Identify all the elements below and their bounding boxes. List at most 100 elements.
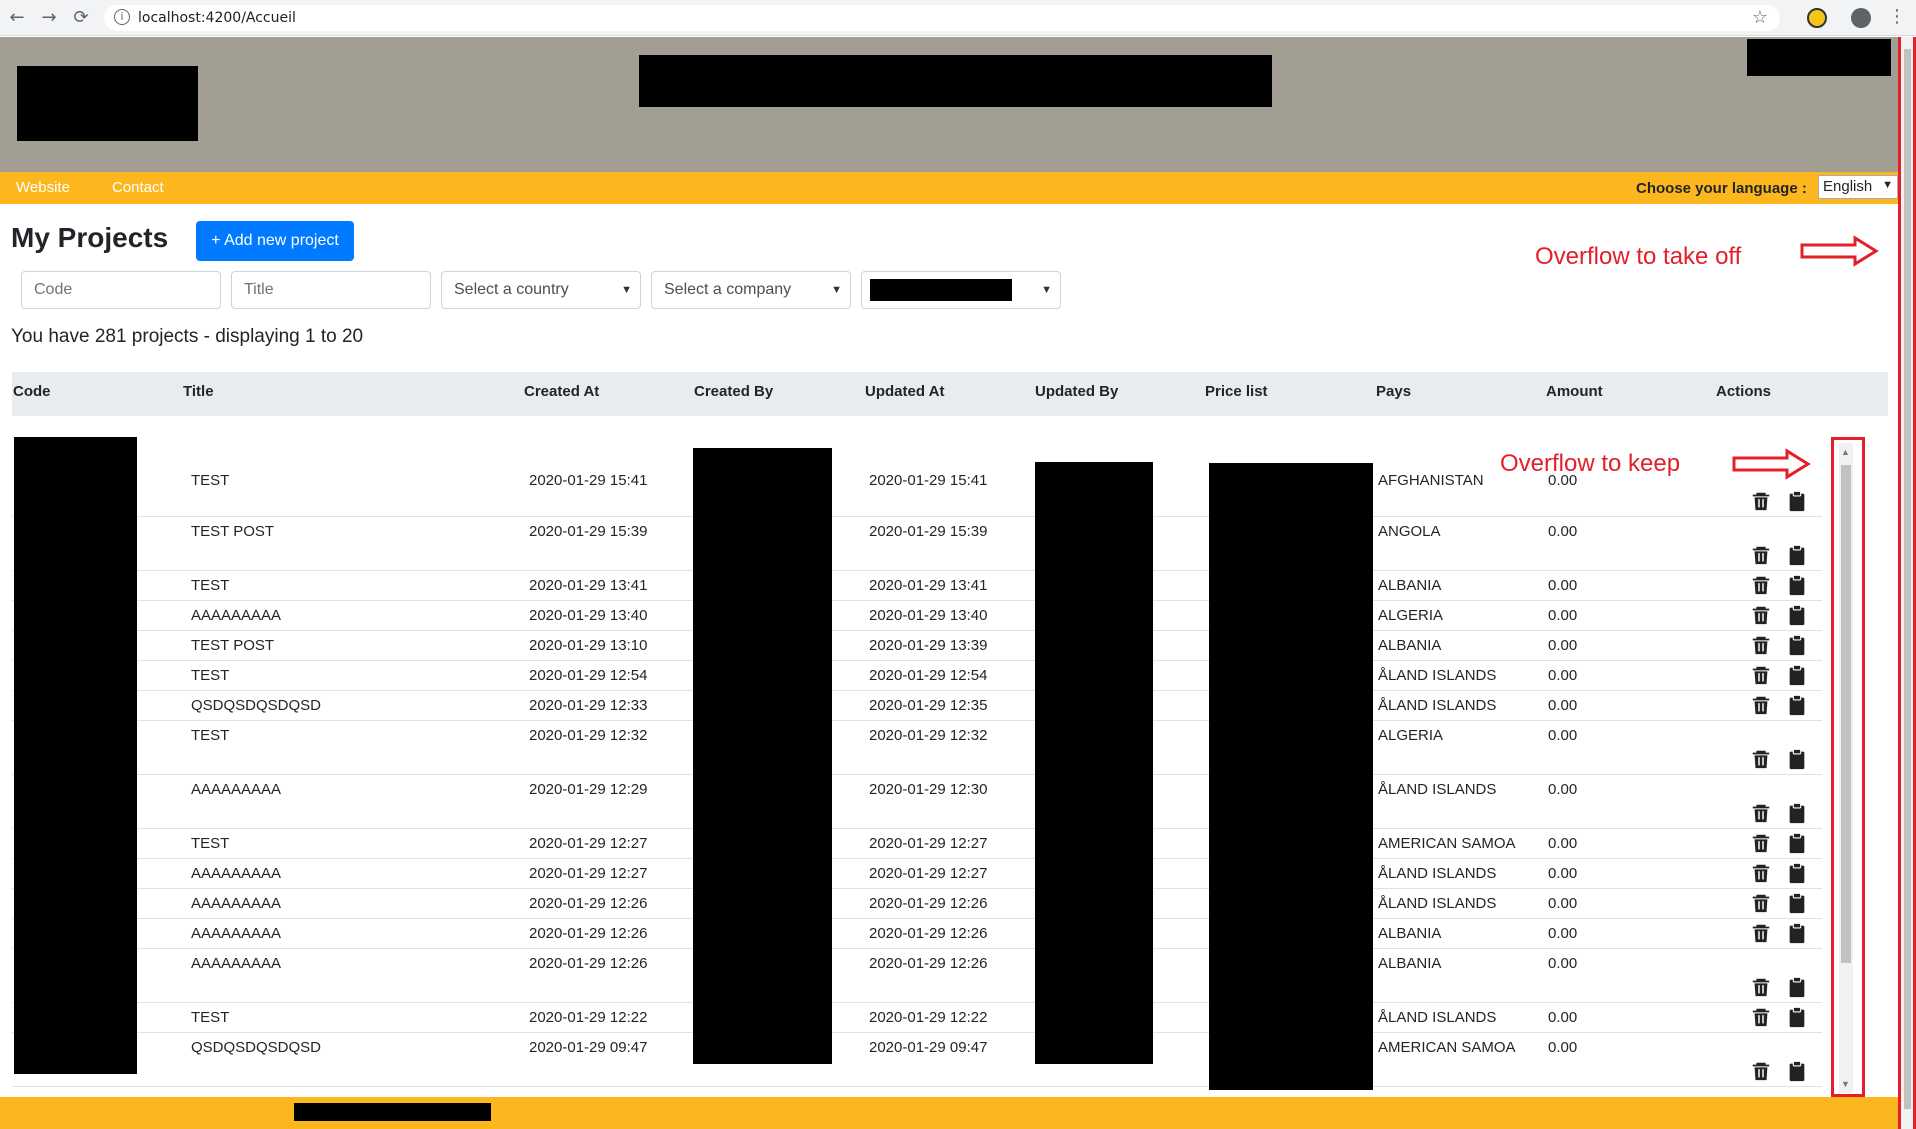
table-row[interactable]: TEST 2020-01-29 15:41 2020-01-29 15:41 AFGH… bbox=[12, 430, 1822, 517]
title-filter-input[interactable]: Title bbox=[231, 271, 431, 309]
nav-link-contact[interactable]: Contact bbox=[112, 179, 164, 196]
trash-icon[interactable] bbox=[1750, 664, 1772, 686]
clipboard-icon[interactable] bbox=[1786, 748, 1808, 770]
url-text: localhost:4200/Accueil bbox=[138, 10, 296, 26]
column-header-created-at: Created At bbox=[524, 383, 600, 400]
clipboard-icon[interactable] bbox=[1786, 574, 1808, 596]
cell-amount: 0.00 bbox=[1548, 697, 1578, 714]
cell-amount: 0.00 bbox=[1548, 1009, 1578, 1026]
table-row[interactable]: AAAAAAAAA 2020-01-29 12:27 2020-01-29 12:2… bbox=[12, 859, 1822, 889]
cell-created-at: 2020-01-29 12:22 bbox=[529, 1009, 648, 1026]
page-scrollbar-thumb[interactable] bbox=[1904, 49, 1911, 1109]
redacted-select[interactable]: ▼ bbox=[861, 271, 1061, 309]
trash-icon[interactable] bbox=[1750, 604, 1772, 626]
company-select-value: Select a company bbox=[664, 281, 792, 298]
reload-icon[interactable]: ⟳ bbox=[70, 7, 92, 29]
trash-icon[interactable] bbox=[1750, 544, 1772, 566]
trash-icon[interactable] bbox=[1750, 694, 1772, 716]
page-scrollbar[interactable] bbox=[1898, 37, 1916, 1129]
trash-icon[interactable] bbox=[1750, 802, 1772, 824]
trash-icon[interactable] bbox=[1750, 574, 1772, 596]
project-count: You have 281 projects - displaying 1 to … bbox=[11, 326, 364, 347]
table-row[interactable]: TEST 2020-01-29 12:54 2020-01-29 12:54 ÅLAN… bbox=[12, 661, 1822, 691]
trash-icon[interactable] bbox=[1750, 862, 1772, 884]
clipboard-icon[interactable] bbox=[1786, 604, 1808, 626]
column-header-updated-at: Updated At bbox=[865, 383, 945, 400]
clipboard-icon[interactable] bbox=[1786, 802, 1808, 824]
table-row[interactable]: QSDQSDQSDQSD 2020-01-29 09:47 2020-01-29 0… bbox=[12, 1033, 1822, 1087]
cell-created-at: 2020-01-29 15:41 bbox=[529, 472, 648, 489]
cell-created-at: 2020-01-29 13:41 bbox=[529, 577, 648, 594]
chevron-down-icon: ▼ bbox=[1041, 284, 1052, 296]
add-project-button[interactable]: + Add new project bbox=[196, 221, 354, 261]
table-row[interactable]: TEST 2020-01-29 12:32 2020-01-29 12:32 ALGE… bbox=[12, 721, 1822, 775]
table-row[interactable]: TEST POST 2020-01-29 15:39 2020-01-29 15:3… bbox=[12, 517, 1822, 571]
clipboard-icon[interactable] bbox=[1786, 544, 1808, 566]
page-title: My Projects bbox=[11, 222, 169, 253]
info-icon[interactable]: i bbox=[114, 9, 130, 25]
clipboard-icon[interactable] bbox=[1786, 862, 1808, 884]
annotation-overflow-take-off: Overflow to take off bbox=[1535, 243, 1742, 270]
menu-icon[interactable]: ⋮ bbox=[1888, 6, 1906, 27]
cell-amount: 0.00 bbox=[1548, 925, 1578, 942]
trash-icon[interactable] bbox=[1750, 1060, 1772, 1082]
cell-amount: 0.00 bbox=[1548, 781, 1578, 798]
nav-link-website[interactable]: Website bbox=[16, 179, 70, 196]
company-select[interactable]: Select a company ▼ bbox=[651, 271, 851, 309]
trash-icon[interactable] bbox=[1750, 892, 1772, 914]
clipboard-icon[interactable] bbox=[1786, 976, 1808, 998]
extension-icon[interactable] bbox=[1807, 8, 1827, 28]
language-select[interactable]: English ▼ bbox=[1818, 175, 1898, 199]
cell-created-at: 2020-01-29 12:26 bbox=[529, 925, 648, 942]
column-header-amount: Amount bbox=[1546, 383, 1603, 400]
cell-pays: ÅLAND ISLANDS bbox=[1378, 895, 1497, 912]
cell-title: TEST bbox=[191, 835, 230, 852]
annotation-box bbox=[1831, 437, 1865, 1097]
cell-pays: AFGHANISTAN bbox=[1378, 472, 1484, 489]
clipboard-icon[interactable] bbox=[1786, 694, 1808, 716]
profile-icon[interactable] bbox=[1851, 8, 1871, 28]
redacted-footer-text bbox=[294, 1103, 491, 1121]
star-icon[interactable]: ☆ bbox=[1752, 7, 1768, 28]
code-filter-input[interactable]: Code bbox=[21, 271, 221, 309]
redacted-logo bbox=[17, 66, 198, 141]
clipboard-icon[interactable] bbox=[1786, 1060, 1808, 1082]
cell-created-at: 2020-01-29 12:33 bbox=[529, 697, 648, 714]
forward-icon[interactable]: → bbox=[38, 7, 60, 29]
trash-icon[interactable] bbox=[1750, 922, 1772, 944]
trash-icon[interactable] bbox=[1750, 1006, 1772, 1028]
back-icon[interactable]: ← bbox=[6, 7, 28, 29]
trash-icon[interactable] bbox=[1750, 976, 1772, 998]
table-row[interactable]: QSDQSDQSDQSD 2020-01-29 12:33 2020-01-29 1… bbox=[12, 691, 1822, 721]
browser-toolbar: ← → ⟳ i localhost:4200/Accueil ☆ ⋮ bbox=[0, 0, 1916, 36]
table-row[interactable]: TEST 2020-01-29 12:22 2020-01-29 12:22 ÅLAN… bbox=[12, 1003, 1822, 1033]
cell-amount: 0.00 bbox=[1548, 865, 1578, 882]
table-row[interactable]: TEST POST 2020-01-29 13:10 2020-01-29 13:3… bbox=[12, 631, 1822, 661]
table-row[interactable]: AAAAAAAAA 2020-01-29 12:26 2020-01-29 12:2… bbox=[12, 919, 1822, 949]
cell-title: TEST bbox=[191, 1009, 230, 1026]
trash-icon[interactable] bbox=[1750, 634, 1772, 656]
clipboard-icon[interactable] bbox=[1786, 832, 1808, 854]
address-bar[interactable]: i localhost:4200/Accueil ☆ bbox=[104, 5, 1780, 31]
table-row[interactable]: AAAAAAAAA 2020-01-29 12:29 2020-01-29 12:3… bbox=[12, 775, 1822, 829]
trash-icon[interactable] bbox=[1750, 748, 1772, 770]
trash-icon[interactable] bbox=[1750, 490, 1772, 512]
clipboard-icon[interactable] bbox=[1786, 634, 1808, 656]
country-select[interactable]: Select a country ▼ bbox=[441, 271, 641, 309]
table-row[interactable]: AAAAAAAAA 2020-01-29 13:40 2020-01-29 13:4… bbox=[12, 601, 1822, 631]
annotation-arrow-icon bbox=[1800, 235, 1879, 267]
table-row[interactable]: TEST 2020-01-29 13:41 2020-01-29 13:41 ALBA… bbox=[12, 571, 1822, 601]
clipboard-icon[interactable] bbox=[1786, 664, 1808, 686]
clipboard-icon[interactable] bbox=[1786, 1006, 1808, 1028]
clipboard-icon[interactable] bbox=[1786, 490, 1808, 512]
cell-amount: 0.00 bbox=[1548, 955, 1578, 972]
clipboard-icon[interactable] bbox=[1786, 892, 1808, 914]
table-row[interactable]: AAAAAAAAA 2020-01-29 12:26 2020-01-29 12:2… bbox=[12, 949, 1822, 1003]
trash-icon[interactable] bbox=[1750, 832, 1772, 854]
table-row[interactable]: AAAAAAAAA 2020-01-29 12:26 2020-01-29 12:2… bbox=[12, 889, 1822, 919]
clipboard-icon[interactable] bbox=[1786, 922, 1808, 944]
table-body[interactable]: TEST 2020-01-29 15:41 2020-01-29 15:41 AFGH… bbox=[12, 430, 1822, 1090]
table-row[interactable]: TEST 2020-01-29 12:27 2020-01-29 12:27 AMER… bbox=[12, 829, 1822, 859]
cell-created-at: 2020-01-29 12:26 bbox=[529, 895, 648, 912]
cell-created-at: 2020-01-29 12:26 bbox=[529, 955, 648, 972]
